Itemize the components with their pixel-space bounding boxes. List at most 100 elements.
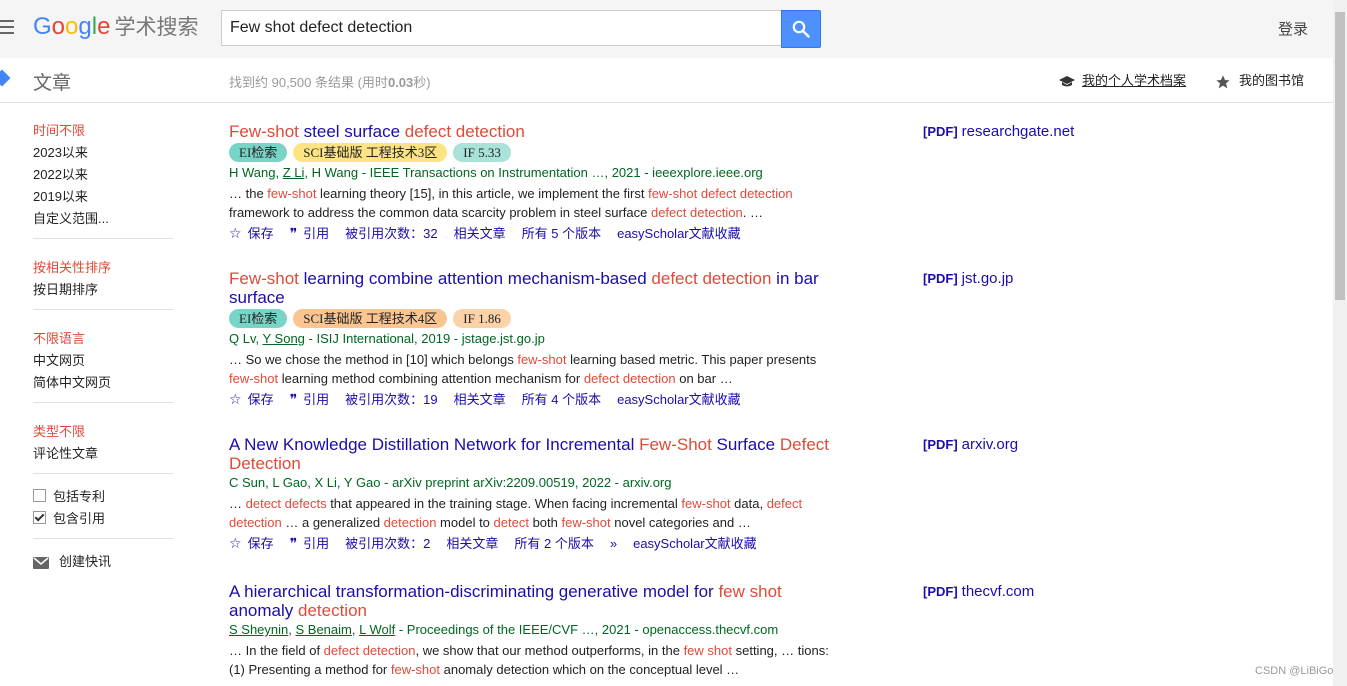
result-title-link[interactable]: Few-shot steel surface defect detection: [229, 122, 839, 141]
easyscholar-collect-link[interactable]: easyScholar文献收藏: [617, 392, 741, 407]
result-actions: ☆ 保存 ❞ 引用 被引用次数：2 相关文章 所有 2 个版本 » easyScholar文献收…: [229, 534, 839, 553]
author-link[interactable]: Y Song: [263, 331, 305, 346]
quote-icon: ❞: [289, 391, 298, 407]
filter-since-2019[interactable]: 2019以来: [33, 186, 173, 208]
include-citations-label: 包含引用: [53, 511, 106, 526]
search-result: A hierarchical transformation-discrimina…: [229, 582, 839, 679]
star-outline-icon: ☆: [229, 225, 242, 241]
all-versions-link[interactable]: 所有 4 个版本: [522, 392, 601, 407]
envelope-icon: [33, 556, 49, 569]
author-link[interactable]: S Benaim: [296, 622, 352, 637]
scrollbar[interactable]: [1333, 0, 1347, 686]
google-scholar-logo[interactable]: Google 学术搜索: [33, 10, 198, 44]
result-title-link[interactable]: A hierarchical transformation-discrimina…: [229, 582, 839, 620]
subheader: 文章 找到约 90,500 条结果 (用时0.03秒) 我的个人学术档案 我的图…: [0, 58, 1333, 103]
result-title-link[interactable]: A New Knowledge Distillation Network for…: [229, 435, 839, 473]
sort-by-relevance[interactable]: 按相关性排序: [33, 257, 173, 279]
filter-since-2023[interactable]: 2023以来: [33, 142, 173, 164]
easyscholar-collect-link[interactable]: easyScholar文献收藏: [617, 226, 741, 241]
filter-time-any[interactable]: 时间不限: [33, 120, 173, 142]
pdf-link[interactable]: [PDF] thecvf.com: [923, 583, 1034, 600]
result-actions: ☆ 保存 ❞ 引用 被引用次数：32 相关文章 所有 5 个版本 easyScholar文献收…: [229, 224, 839, 243]
snippet-segment: … a generalized: [281, 515, 384, 530]
quote-icon: ❞: [289, 225, 298, 241]
snippet-segment: few shot: [683, 643, 732, 658]
author-link[interactable]: S Sheynin: [229, 622, 288, 637]
snippet-segment: defect detection: [650, 205, 743, 220]
author-text: ,: [275, 165, 283, 180]
save-button[interactable]: ☆ 保存: [229, 535, 274, 551]
title-segment: steel surface: [298, 122, 405, 141]
pdf-source: thecvf.com: [961, 583, 1035, 600]
pdf-link[interactable]: [PDF] researchgate.net: [923, 123, 1074, 140]
create-alert-link[interactable]: 创建快讯: [33, 551, 173, 570]
cited-by-link[interactable]: 被引用次数：19: [345, 392, 437, 407]
login-link[interactable]: 登录: [1278, 18, 1308, 39]
filter-custom-range[interactable]: 自定义范围...: [33, 208, 173, 230]
checkbox-checked[interactable]: [33, 511, 46, 524]
checkbox-unchecked[interactable]: [33, 489, 46, 502]
save-button[interactable]: ☆ 保存: [229, 391, 274, 407]
author-link[interactable]: Z Li: [283, 165, 305, 180]
all-versions-link[interactable]: 所有 2 个版本: [514, 536, 593, 551]
lang-chinese-pages[interactable]: 中文网页: [33, 350, 173, 372]
author-text: ,: [288, 622, 296, 637]
related-articles-link[interactable]: 相关文章: [454, 392, 506, 407]
result-badges: EI检索 SCI基础版 工程技术4区 IF 1.86: [229, 309, 839, 329]
save-button[interactable]: ☆ 保存: [229, 225, 274, 241]
cited-by-link[interactable]: 被引用次数：32: [345, 226, 437, 241]
title-segment: Few-shot: [229, 269, 299, 288]
language-group: 不限语言 中文网页 简体中文网页: [33, 310, 173, 403]
save-label: 保存: [247, 392, 274, 407]
result-snippet: … So we chose the method in [10] which b…: [229, 350, 839, 388]
author-text: H Wang: [229, 165, 276, 180]
include-citations-checkbox[interactable]: 包含引用: [33, 508, 173, 530]
pdf-source: jst.go.jp: [961, 270, 1014, 287]
scrollbar-thumb[interactable]: [1335, 12, 1345, 300]
my-profile-link[interactable]: 我的个人学术档案: [1058, 70, 1186, 89]
logo-letter: o: [65, 13, 79, 40]
sort-by-date[interactable]: 按日期排序: [33, 279, 173, 301]
result-title-link[interactable]: Few-shot learning combine attention mech…: [229, 269, 839, 307]
search-button[interactable]: [781, 10, 821, 48]
result-snippet: … In the field of defect detection, we s…: [229, 641, 839, 679]
stats-prefix: 找到约 90,500 条结果 (用时: [229, 75, 388, 90]
journal-badge: IF 5.33: [453, 143, 511, 162]
cite-button[interactable]: ❞ 引用: [289, 225, 330, 241]
author-link[interactable]: L Wolf: [359, 622, 395, 637]
snippet-segment: novel categories and …: [610, 515, 751, 530]
search-input[interactable]: [230, 11, 770, 45]
filter-since-2022[interactable]: 2022以来: [33, 164, 173, 186]
journal-badge: IF 1.86: [453, 309, 511, 328]
cite-button[interactable]: ❞ 引用: [290, 535, 330, 551]
journal-badge: EI检索: [229, 309, 288, 328]
search-result: Few-shot steel surface defect detection E…: [229, 122, 839, 243]
pdf-link[interactable]: [PDF] arxiv.org: [923, 436, 1018, 453]
logo-letter: g: [78, 13, 92, 40]
related-articles-link[interactable]: 相关文章: [446, 536, 498, 551]
snippet-segment: …: [229, 496, 246, 511]
pdf-tag: [PDF]: [923, 437, 958, 452]
my-library-link[interactable]: 我的图书馆: [1215, 70, 1304, 90]
type-any[interactable]: 类型不限: [33, 421, 173, 443]
author-text: - ISIJ International, 2019 - jstage.jst.…: [304, 331, 545, 346]
journal-badge: SCI基础版 工程技术3区: [293, 143, 448, 162]
more-icon[interactable]: »: [610, 536, 617, 551]
easyscholar-collect-link[interactable]: easyScholar文献收藏: [633, 536, 757, 551]
type-review-articles[interactable]: 评论性文章: [33, 443, 173, 465]
lang-simplified-chinese[interactable]: 简体中文网页: [33, 372, 173, 394]
menu-icon[interactable]: [0, 20, 14, 34]
related-articles-link[interactable]: 相关文章: [454, 226, 506, 241]
all-versions-link[interactable]: 所有 5 个版本: [522, 226, 601, 241]
title-segment: Surface: [711, 435, 780, 454]
pdf-link[interactable]: [PDF] jst.go.jp: [923, 270, 1013, 287]
snippet-segment: detect defects: [245, 496, 327, 511]
include-patents-checkbox[interactable]: 包括专利: [33, 486, 173, 508]
cite-button[interactable]: ❞ 引用: [289, 391, 330, 407]
journal-badge: SCI基础版 工程技术4区: [293, 309, 448, 328]
title-segment: Few-shot: [229, 122, 299, 141]
cited-by-link[interactable]: 被引用次数：2: [345, 536, 430, 551]
lang-any[interactable]: 不限语言: [33, 328, 173, 350]
snippet-segment: few-shot: [517, 352, 567, 367]
my-library-label: 我的图书馆: [1239, 73, 1305, 88]
